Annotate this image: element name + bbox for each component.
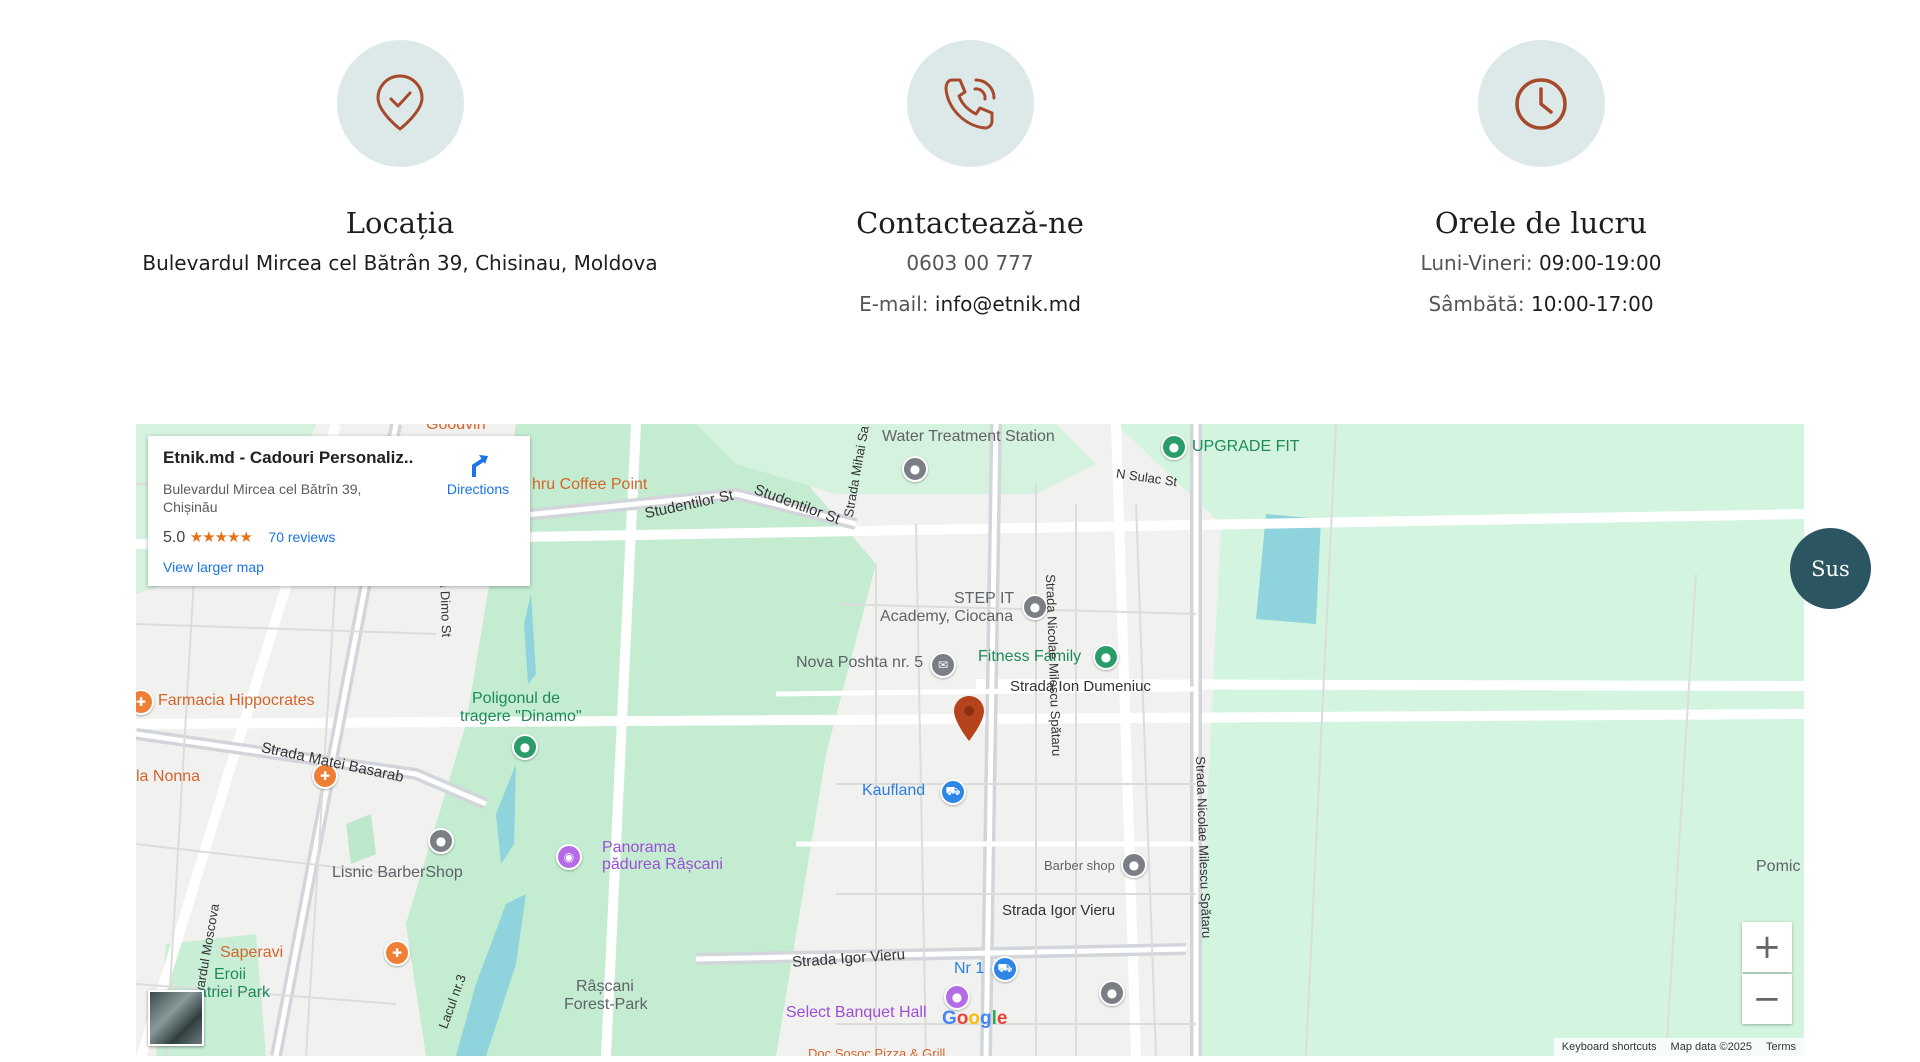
view-larger-map-link[interactable]: View larger map [163, 559, 264, 575]
map-label: Forest-Park [564, 996, 648, 1013]
map-label: Barber shop [1044, 858, 1115, 873]
saturday-hours: 10:00-17:00 [1531, 292, 1654, 316]
saturday-label: Sâmbătă: [1428, 292, 1525, 316]
hours-icon-circle [1477, 40, 1605, 167]
directions-button[interactable]: Directions [438, 452, 518, 497]
zoom-out-button[interactable]: − [1742, 974, 1792, 1024]
contact-email-line: E-mail: info@etnik.md [710, 284, 1230, 325]
map-label: Goodvin [426, 424, 486, 433]
map-label: Kaufland [862, 782, 926, 799]
location-block: Locația Bulevardul Mircea cel Bătrân 39,… [140, 0, 660, 284]
email-label: E-mail: [859, 292, 929, 316]
poi-marker[interactable]: ✉ [930, 652, 956, 678]
place-rating: 5.0 ★★★★★ 70 reviews [163, 528, 335, 547]
keyboard-shortcuts-link[interactable]: Keyboard shortcuts [1562, 1041, 1657, 1053]
map-label: Fitness Family [978, 648, 1082, 665]
map-label: atriei Park [198, 984, 271, 1001]
poi-marker[interactable]: ● [1121, 852, 1147, 878]
map-label: tragere "Dinamo" [460, 708, 582, 725]
directions-label: Directions [446, 481, 510, 497]
poi-marker[interactable]: ● [1099, 980, 1125, 1006]
map-label: Panorama [602, 839, 676, 856]
poi-marker[interactable]: ● [944, 984, 970, 1010]
poi-marker[interactable]: ✚ [384, 940, 410, 966]
directions-icon [472, 455, 488, 477]
map-data-text: Map data ©2025 [1670, 1041, 1753, 1053]
map-label: pădurea Râșcani [602, 856, 723, 873]
satellite-layer-button[interactable] [148, 990, 204, 1046]
embedded-map[interactable]: ● ● ● ✉ ● ✚ ● ✚ ⛟ ◉ ● ● ✚ ⛟ ● ● Water Tr… [136, 424, 1804, 1056]
reviews-link[interactable]: 70 reviews [268, 529, 335, 545]
phone-call-icon [944, 78, 996, 129]
map-attribution: Keyboard shortcuts Map data ©2025 Terms [1553, 1038, 1804, 1056]
rating-value: 5.0 [163, 529, 186, 546]
map-label: Select Banquet Hall [786, 1004, 927, 1021]
shield-check-icon [376, 74, 424, 130]
map-label: Strada Igor Vieru [1002, 902, 1116, 919]
email-link[interactable]: info@etnik.md [935, 292, 1081, 316]
location-icon-circle [336, 40, 464, 167]
map-label: hru Coffee Point [532, 476, 648, 493]
contact-icon-circle [906, 40, 1034, 167]
map-label: Academy, Ciocana [880, 608, 1014, 625]
scroll-to-top-button[interactable]: Sus [1790, 528, 1871, 609]
poi-marker[interactable]: ⛟ [992, 956, 1018, 982]
map-label: STEP IT [954, 590, 1015, 607]
place-card: Etnik.md - Cadouri Personaliz... Bulevar… [148, 436, 530, 586]
contact-title: Contactează-ne [856, 206, 1084, 240]
map-label: Pomic [1756, 858, 1801, 875]
poi-marker[interactable]: ● [902, 456, 928, 482]
map-label: Water Treatment Station [882, 428, 1055, 445]
map-label: la Nonna [136, 768, 201, 785]
map-label: Eroii [214, 966, 247, 983]
map-label: Râșcani [576, 978, 634, 995]
map-label: UPGRADE FIT [1192, 438, 1300, 455]
zoom-in-button[interactable]: + [1742, 922, 1792, 972]
place-name[interactable]: Etnik.md - Cadouri Personaliz... [163, 448, 413, 468]
rating-stars-icon: ★★★★★ [189, 529, 253, 546]
hours-weekdays: Luni-Vineri: 09:00-19:00 [1281, 243, 1801, 284]
weekdays-hours: 09:00-19:00 [1538, 251, 1662, 275]
weekdays-label: Luni-Vineri: [1420, 251, 1533, 275]
place-address: Bulevardul Mircea cel Bătrîn 39, Chișină… [163, 481, 362, 515]
map-label: Nova Poshta nr. 5 [796, 654, 924, 671]
google-logo: Google [942, 1008, 1008, 1029]
poi-marker[interactable]: ◉ [556, 844, 582, 870]
location-title: Locația [345, 206, 455, 240]
contact-block: Contactează-ne 0603 00 777 E-mail: info@… [710, 0, 1230, 325]
hours-saturday: Sâmbătă: 10:00-17:00 [1281, 284, 1801, 325]
terms-link[interactable]: Terms [1766, 1041, 1796, 1053]
hours-block: Orele de lucru Luni-Vineri: 09:00-19:00 … [1281, 0, 1801, 325]
map-label: Lisnic BarberShop [332, 864, 463, 881]
poi-marker[interactable]: ⛟ [940, 779, 966, 805]
location-address: Bulevardul Mircea cel Bătrân 39, Chisina… [142, 251, 658, 275]
map-label: Saperavi [220, 944, 284, 961]
poi-marker[interactable]: ● [512, 734, 538, 760]
poi-marker[interactable]: ● [1161, 434, 1187, 460]
map-label: Nr 1 [954, 960, 985, 977]
map-label: Doc Sosoc Pizza & Grill [808, 1046, 946, 1056]
map-label: Strada Ion Dumeniuc [1010, 678, 1151, 695]
poi-marker[interactable]: ● [1093, 644, 1119, 670]
map-label: Farmacia Hippocrates [158, 692, 315, 709]
map-label: Poligonul de [472, 690, 561, 707]
clock-icon [1515, 77, 1567, 130]
location-pin-icon[interactable] [952, 694, 986, 742]
poi-marker[interactable]: ● [428, 828, 454, 854]
contact-phone[interactable]: 0603 00 777 [710, 243, 1230, 284]
hours-title: Orele de lucru [1434, 206, 1648, 240]
